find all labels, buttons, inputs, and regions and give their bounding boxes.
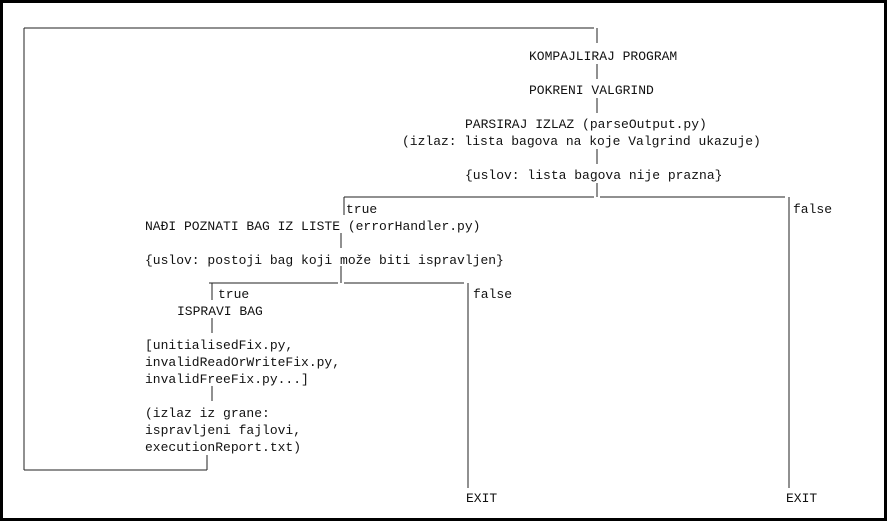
step-run-valgrind: POKRENI VALGRIND bbox=[529, 83, 654, 98]
step-fix-bug: ISPRAVI BAG bbox=[177, 304, 263, 319]
exit-inner-false: EXIT bbox=[466, 491, 497, 506]
inner-true-label: true bbox=[218, 287, 249, 302]
step-parse-output: PARSIRAJ IZLAZ (parseOutput.py) bbox=[465, 117, 707, 132]
branch-output-line: executionReport.txt) bbox=[145, 440, 301, 455]
inner-condition: {uslov: postoji bag koji može biti ispra… bbox=[145, 253, 504, 268]
flowchart: KOMPAJLIRAJ PROGRAM POKRENI VALGRIND PAR… bbox=[23, 27, 832, 506]
fix-script-line: invalidReadOrWriteFix.py, bbox=[145, 355, 340, 370]
outer-condition: {uslov: lista bagova nije prazna} bbox=[465, 168, 722, 183]
branch-output-line: (izlaz iz grane: bbox=[145, 406, 270, 421]
step-parse-output-note: (izlaz: lista bagova na koje Valgrind uk… bbox=[402, 134, 761, 149]
step-compile: KOMPAJLIRAJ PROGRAM bbox=[529, 49, 677, 64]
outer-decision-split bbox=[343, 196, 790, 488]
flowchart-canvas: KOMPAJLIRAJ PROGRAM POKRENI VALGRIND PAR… bbox=[0, 0, 887, 521]
step-find-bug: NAĐI POZNATI BAG IZ LISTE (errorHandler.… bbox=[145, 219, 480, 234]
fix-script-line: [unitialisedFix.py, bbox=[145, 338, 293, 353]
exit-outer-false: EXIT bbox=[786, 491, 817, 506]
branch-output-line: ispravljeni fajlovi, bbox=[145, 423, 301, 438]
fix-script-line: invalidFreeFix.py...] bbox=[145, 372, 309, 387]
loop-back-connector bbox=[23, 27, 594, 471]
outer-true-label: true bbox=[346, 202, 377, 217]
outer-false-label: false bbox=[793, 202, 832, 217]
inner-false-label: false bbox=[473, 287, 512, 302]
